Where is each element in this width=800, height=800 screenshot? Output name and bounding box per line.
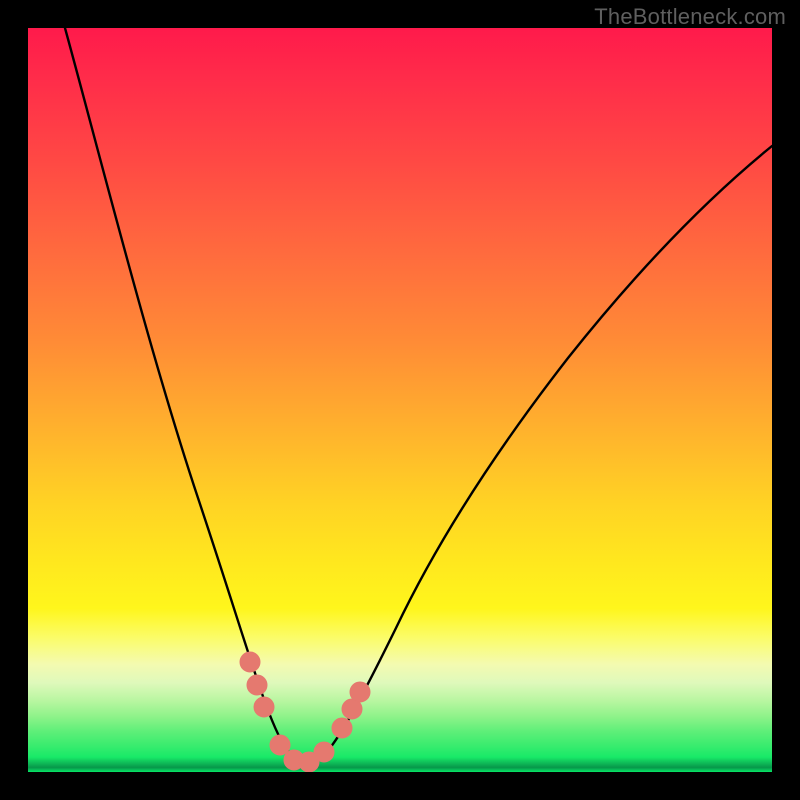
highlight-dot [270, 735, 290, 755]
watermark-text: TheBottleneck.com [594, 4, 786, 30]
highlight-dot [240, 652, 260, 672]
chart-svg [28, 28, 772, 772]
plot-area [28, 28, 772, 772]
highlight-dot [332, 718, 352, 738]
highlight-dot [314, 742, 334, 762]
highlight-dot [247, 675, 267, 695]
highlight-dots-group [240, 652, 370, 772]
chart-frame: TheBottleneck.com [0, 0, 800, 800]
bottleneck-curve [65, 28, 772, 763]
highlight-dot [254, 697, 274, 717]
highlight-dot [350, 682, 370, 702]
